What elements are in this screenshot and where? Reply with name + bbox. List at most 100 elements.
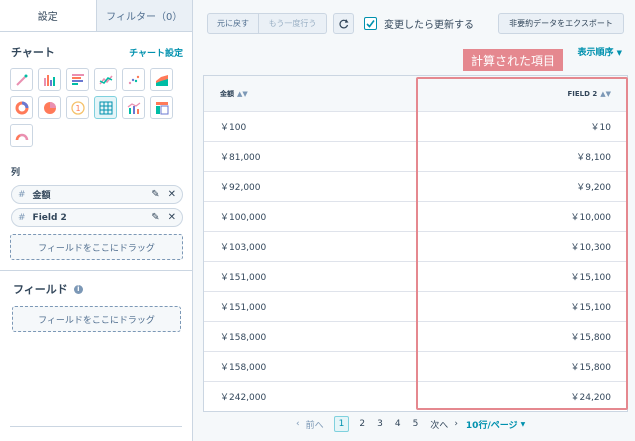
caret-down-icon: ▼	[616, 49, 622, 57]
field-section-title: フィールド	[13, 283, 68, 296]
kpi-number-icon: 1	[70, 100, 85, 115]
auto-update-label[interactable]: 変更したら更新する	[384, 16, 474, 31]
columns-dropzone[interactable]: フィールドをここにドラッグ	[10, 234, 183, 260]
cell-field2: ￥9,200	[576, 183, 611, 193]
calculated-field-callout: 計算された項目	[463, 49, 564, 71]
redo-button[interactable]: もう一度行う	[259, 13, 327, 34]
panel-tabs: 設定 フィルター（0）	[0, 0, 192, 32]
cell-field2: ￥15,100	[570, 273, 612, 283]
cell-amount: ￥92,000	[220, 183, 261, 193]
cell-amount: ￥242,000	[220, 393, 267, 403]
remove-x-icon[interactable]: ✕	[168, 189, 176, 200]
sort-order-dropdown[interactable]: 表示順序 ▼	[577, 45, 622, 58]
chart-type-combo-icon[interactable]	[122, 96, 145, 119]
remove-x-icon[interactable]: ✕	[168, 212, 176, 223]
svg-text:1: 1	[75, 104, 80, 113]
table-row: ￥158,000 ￥15,800	[204, 321, 627, 351]
page-link-5[interactable]: 5	[413, 419, 419, 429]
header-label: 金額	[220, 89, 234, 98]
hash-icon: #	[18, 189, 26, 200]
cell-field2: ￥15,800	[570, 333, 612, 343]
column-chart-icon	[43, 74, 55, 86]
field-dropzone[interactable]: フィールドをここにドラッグ	[12, 306, 181, 332]
table-icon	[99, 101, 112, 114]
chart-settings-link[interactable]: チャート設定	[129, 46, 183, 59]
gauge-chart-icon	[15, 133, 28, 140]
table-row: ￥81,000 ￥8,100	[204, 141, 627, 171]
prev-page-link[interactable]: 前へ	[306, 418, 324, 431]
cell-amount: ￥81,000	[220, 153, 261, 163]
magic-wand-icon	[15, 74, 27, 86]
chart-type-kpi-icon[interactable]: 1	[66, 96, 89, 119]
cell-amount: ￥103,000	[220, 243, 267, 253]
column-pill-label: 金額	[32, 191, 51, 201]
tab-filters[interactable]: フィルター（0）	[96, 0, 192, 31]
chart-type-donut-icon[interactable]	[10, 96, 33, 119]
edit-pencil-icon[interactable]: ✎	[151, 212, 159, 223]
column-pill-field2[interactable]: # Field 2 ✎ ✕	[11, 208, 183, 227]
chevron-right-icon[interactable]: ›	[454, 419, 458, 429]
checkmark-icon	[366, 20, 375, 28]
pie-chart-icon	[43, 101, 56, 114]
column-pill-label: Field 2	[32, 212, 67, 223]
combo-chart-icon	[127, 102, 140, 114]
toolbar: 元に戻す もう一度行う 変更したら更新する	[207, 13, 474, 34]
chart-type-gauge-icon[interactable]	[10, 124, 33, 147]
field-section-header: フィールド i	[13, 281, 83, 297]
data-table: 金額 ▲▼ FIELD 2 ▲▼ ￥100 ￥10 ￥81,000 ￥8,100 ￥92…	[203, 75, 628, 412]
chart-type-column-icon[interactable]	[38, 68, 61, 91]
table-header-field2[interactable]: FIELD 2 ▲▼	[419, 90, 627, 98]
page-link-3[interactable]: 3	[377, 419, 383, 429]
sort-icon[interactable]: ▲▼	[600, 90, 611, 98]
chart-type-magic-icon[interactable]	[10, 68, 33, 91]
refresh-button[interactable]	[333, 13, 354, 34]
left-panel: 設定 フィルター（0） チャート チャート設定 1 列 # 金額 ✎ ✕ # F…	[0, 0, 193, 441]
area-chart-icon	[155, 74, 168, 86]
tab-settings[interactable]: 設定	[0, 0, 97, 31]
chart-type-bar-icon[interactable]	[66, 68, 89, 91]
chart-section-header: チャート チャート設定	[11, 44, 183, 60]
cell-amount: ￥158,000	[220, 363, 267, 373]
undo-button[interactable]: 元に戻す	[207, 13, 259, 34]
table-row: ￥100,000 ￥10,000	[204, 201, 627, 231]
pagination: ‹ 前へ 1 2 3 4 5 次へ › 10行/ページ ▼	[296, 416, 525, 432]
chart-type-pivot-icon[interactable]	[150, 96, 173, 119]
page-link-1[interactable]: 1	[333, 416, 350, 432]
page-link-2[interactable]: 2	[359, 419, 365, 429]
cell-field2: ￥10,300	[570, 243, 612, 253]
chart-type-line-icon[interactable]	[94, 68, 117, 91]
table-row: ￥158,000 ￥15,800	[204, 351, 627, 381]
header-label: FIELD 2	[567, 89, 598, 98]
rows-per-page-dropdown[interactable]: 10行/ページ	[466, 418, 518, 431]
chart-type-table-icon[interactable]	[94, 96, 117, 119]
page-link-4[interactable]: 4	[395, 419, 401, 429]
chart-type-pie-icon[interactable]	[38, 96, 61, 119]
table-row: ￥151,000 ￥15,100	[204, 291, 627, 321]
info-icon[interactable]: i	[73, 284, 83, 294]
hash-icon: #	[18, 212, 26, 223]
sort-icon[interactable]: ▲▼	[237, 90, 248, 98]
cell-amount: ￥158,000	[220, 333, 267, 343]
table-row: ￥103,000 ￥10,300	[204, 231, 627, 261]
scatter-chart-icon	[128, 75, 139, 84]
table-header-amount[interactable]: 金額 ▲▼	[204, 89, 419, 99]
donut-chart-icon	[15, 101, 28, 114]
cell-amount: ￥100,000	[220, 213, 267, 223]
chevron-left-icon[interactable]: ‹	[296, 419, 300, 429]
cell-field2: ￥10	[590, 123, 611, 133]
chart-type-scatter-icon[interactable]	[122, 68, 145, 91]
cell-amount: ￥100	[220, 123, 247, 133]
chart-type-area-icon[interactable]	[150, 68, 173, 91]
edit-pencil-icon[interactable]: ✎	[151, 189, 159, 200]
pivot-table-icon	[155, 101, 168, 114]
bar-chart-icon	[71, 73, 84, 85]
caret-down-icon: ▼	[520, 420, 526, 428]
export-unsummarized-button[interactable]: 非要約データをエクスポート	[498, 13, 624, 34]
table-header-row: 金額 ▲▼ FIELD 2 ▲▼	[204, 76, 627, 111]
auto-update-checkbox[interactable]	[364, 17, 377, 30]
column-pill-amount[interactable]: # 金額 ✎ ✕	[11, 185, 183, 204]
table-row: ￥92,000 ￥9,200	[204, 171, 627, 201]
next-page-link[interactable]: 次へ	[430, 418, 448, 431]
cell-amount: ￥151,000	[220, 303, 267, 313]
section-divider-bottom	[10, 426, 182, 427]
